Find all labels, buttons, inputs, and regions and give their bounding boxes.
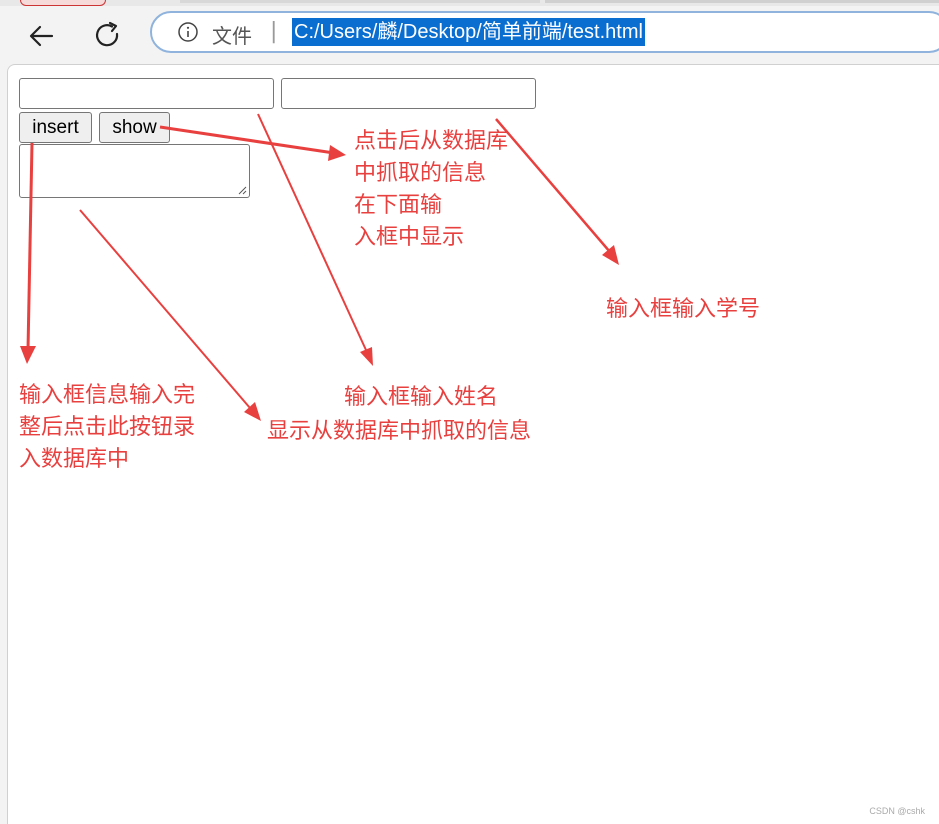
student-id-input[interactable] — [281, 78, 536, 109]
name-input[interactable] — [19, 78, 274, 109]
insert-button-annotation: 输入框信息输入完 整后点击此按钮录 入数据库中 — [19, 383, 196, 472]
tab-edge[interactable] — [545, 0, 939, 3]
info-icon[interactable] — [178, 22, 198, 42]
resize-grip-icon[interactable] — [238, 186, 247, 195]
reload-button[interactable] — [88, 16, 128, 56]
tab-edge[interactable] — [180, 0, 540, 3]
textarea-annotation: 显示从数据库中抓取的信息 — [267, 419, 532, 444]
back-arrow-icon — [29, 25, 54, 47]
address-separator: | — [270, 19, 278, 44]
watermark: CSDN @cshk — [869, 806, 925, 816]
id-input-annotation: 输入框输入学号 — [606, 297, 761, 322]
insert-button[interactable]: insert — [19, 112, 92, 143]
result-textarea[interactable] — [19, 144, 250, 198]
reload-icon — [95, 21, 119, 47]
scheme-label: 文件 — [212, 24, 252, 48]
name-input-annotation: 输入框输入姓名 — [344, 385, 499, 410]
show-button[interactable]: show — [99, 112, 170, 143]
show-button-annotation: 点击后从数据库 中抓取的信息 在下面输 入框中显示 — [354, 129, 509, 250]
url-text[interactable]: C:/Users/麟/Desktop/简单前端/test.html — [292, 18, 645, 46]
back-button[interactable] — [22, 16, 62, 56]
address-bar[interactable]: 文件 | C:/Users/麟/Desktop/简单前端/test.html — [150, 11, 939, 53]
browser-toolbar: 文件 | C:/Users/麟/Desktop/简单前端/test.html — [0, 6, 939, 64]
